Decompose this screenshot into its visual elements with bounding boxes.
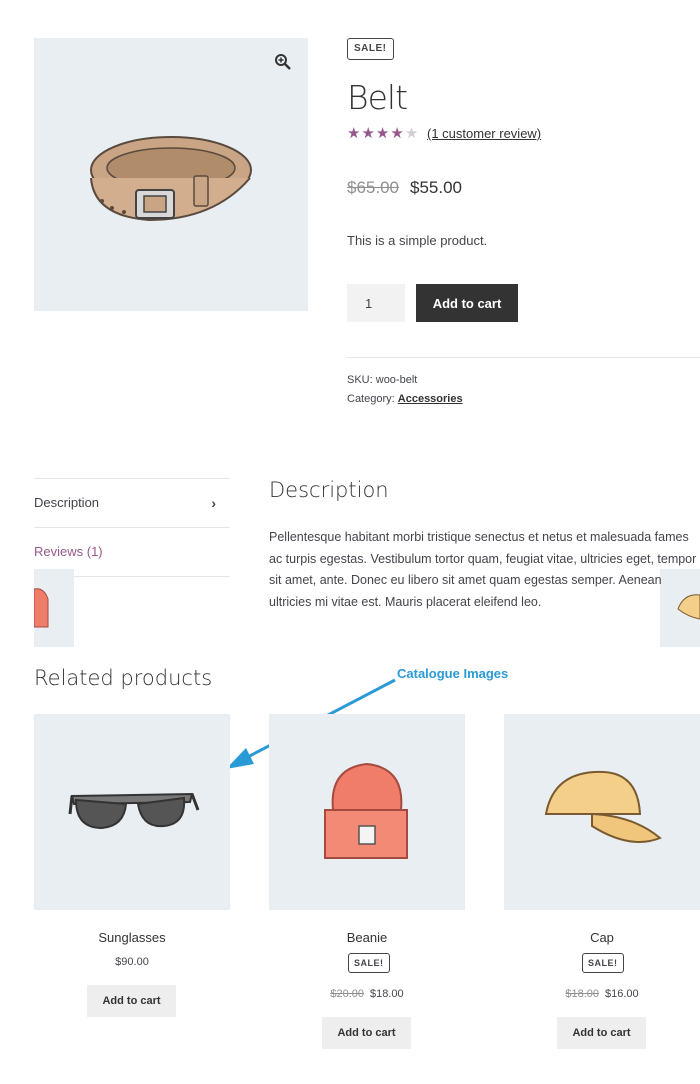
product-main-image[interactable]	[34, 38, 308, 311]
add-to-cart-button[interactable]: Add to cart	[87, 985, 176, 1017]
description-heading: Description	[269, 478, 389, 502]
current-price: $90.00	[115, 956, 149, 968]
cap-illustration	[544, 770, 662, 843]
product-price: $20.00 $18.00	[269, 988, 465, 1000]
sku-label: SKU:	[347, 374, 373, 386]
quantity-input[interactable]	[347, 284, 405, 322]
product-name[interactable]: Beanie	[269, 930, 465, 945]
related-products-heading: Related products	[34, 666, 213, 690]
tab-description[interactable]: Description ›	[34, 479, 230, 527]
product-price: $90.00	[34, 956, 230, 968]
sale-badge: SALE!	[347, 38, 394, 60]
category-link[interactable]: Accessories	[398, 393, 463, 405]
product-title: Belt	[347, 78, 408, 117]
description-text: Pellentesque habitant morbi tristique se…	[269, 530, 697, 609]
add-to-cart-button[interactable]: Add to cart	[557, 1017, 646, 1049]
annotation-label: Catalogue Images	[397, 666, 509, 681]
star-icon: ★	[390, 125, 405, 142]
regular-price: $20.00	[330, 988, 364, 1000]
beanie-illustration	[324, 762, 408, 859]
sku-value: woo-belt	[375, 374, 418, 386]
product-image-sunglasses[interactable]	[34, 714, 230, 910]
beanie-thumbnail-peek	[33, 569, 74, 647]
product-image-beanie[interactable]	[269, 714, 465, 910]
sale-badge: SALE!	[582, 953, 624, 973]
product-name[interactable]: Cap	[504, 930, 700, 945]
belt-illustration	[90, 136, 252, 222]
zoom-in-icon[interactable]	[274, 53, 292, 71]
regular-price: $65.00	[347, 178, 399, 197]
current-price: $16.00	[605, 988, 639, 1000]
category-label: Category:	[347, 393, 395, 405]
customer-review-link[interactable]: (1 customer review)	[427, 126, 541, 141]
product-name[interactable]: Sunglasses	[34, 930, 230, 945]
divider	[347, 357, 700, 358]
add-to-cart-button[interactable]: Add to cart	[416, 284, 518, 322]
current-price: $18.00	[370, 988, 404, 1000]
star-icon: ★	[404, 125, 420, 142]
add-to-cart-button[interactable]: Add to cart	[322, 1017, 411, 1049]
regular-price: $18.00	[565, 988, 599, 1000]
product-price: $18.00 $16.00	[504, 988, 700, 1000]
product-image-cap[interactable]	[504, 714, 700, 910]
star-icon: ★	[347, 125, 362, 142]
star-icon: ★	[375, 125, 391, 142]
tab-label: Description	[34, 495, 100, 510]
tab-label: Reviews (1)	[34, 544, 103, 559]
star-icon: ★	[361, 125, 376, 142]
chevron-right-icon: ›	[211, 495, 216, 511]
short-description: This is a simple product.	[347, 233, 488, 248]
star-rating: ★★★★★	[347, 124, 419, 142]
sku-meta: SKU: woo-belt	[347, 374, 417, 386]
sunglasses-illustration	[68, 792, 200, 830]
category-meta: Category: Accessories	[347, 393, 463, 405]
sale-badge: SALE!	[348, 953, 390, 973]
sale-price: $55.00	[410, 178, 462, 197]
